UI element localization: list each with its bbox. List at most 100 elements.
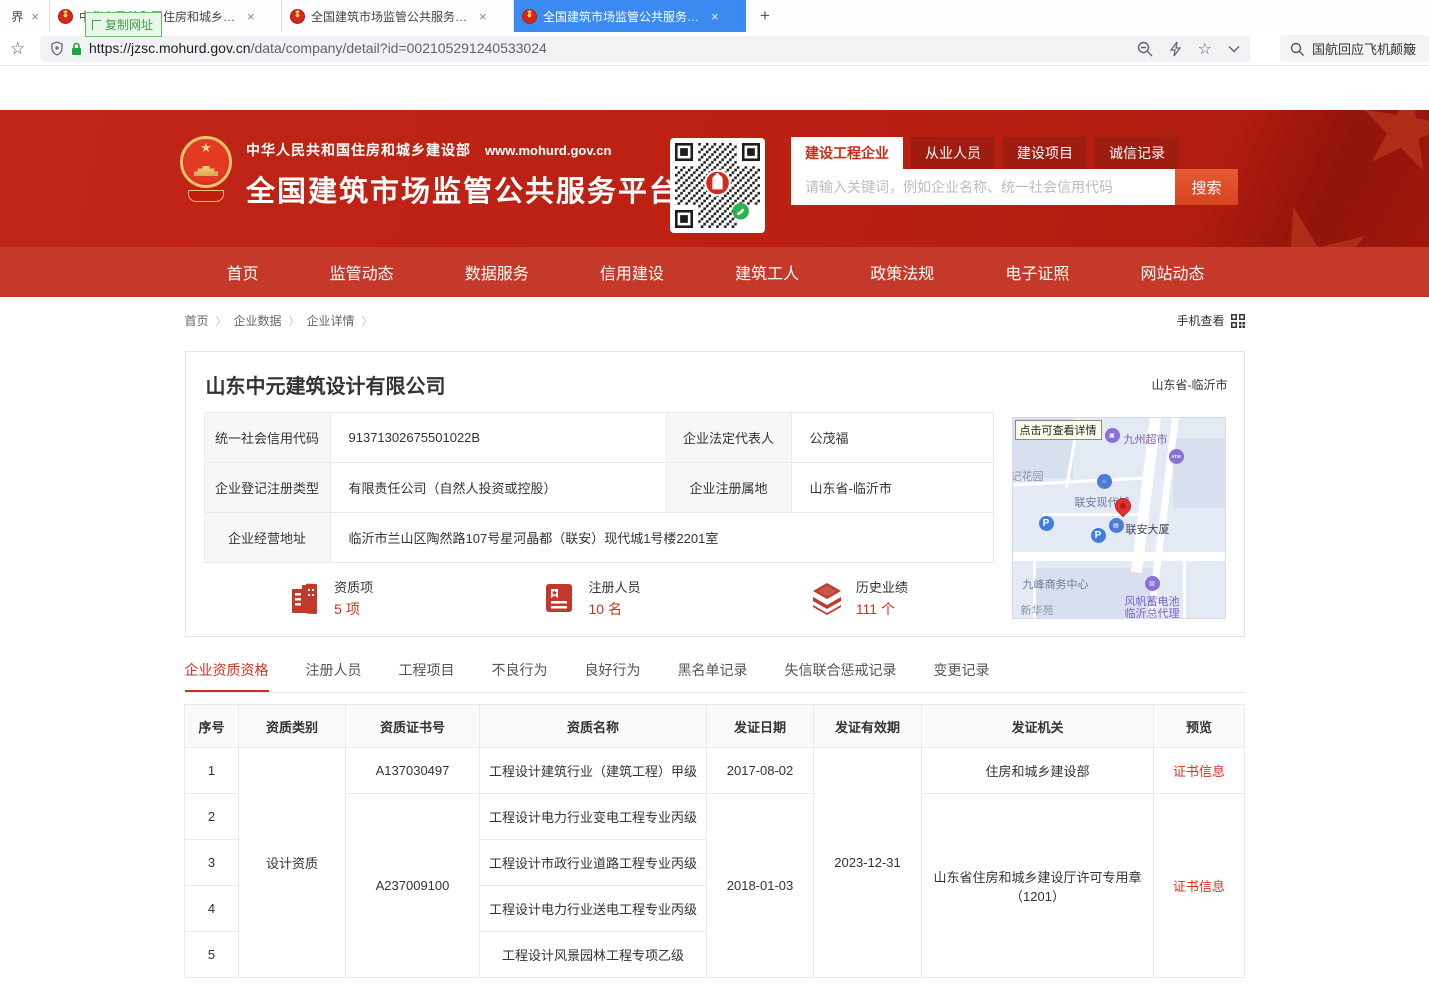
certificate-book-icon (542, 581, 576, 615)
search-tab-credit[interactable]: 诚信记录 (1095, 137, 1179, 169)
nav-supervision[interactable]: 监管动态 (330, 260, 394, 284)
company-info-table: 统一社会信用代码 91371302675501022B 企业法定代表人 公茂福 … (204, 412, 994, 563)
table-header-row: 序号 资质类别 资质证书号 资质名称 发证日期 发证有效期 发证机关 预览 (185, 705, 1245, 748)
search-button[interactable]: 搜索 (1175, 169, 1238, 205)
tab-blacklist[interactable]: 黑名单记录 (678, 660, 748, 692)
breadcrumb-enterprise-detail[interactable]: 企业详情 (307, 314, 355, 328)
cell-valid-until: 2023-12-31 (814, 748, 922, 978)
news-search-box[interactable]: 国航回应飞机颠簸 (1280, 35, 1429, 62)
tab-bad-behavior[interactable]: 不良行为 (492, 660, 548, 692)
stat-value: 5 项 (334, 599, 373, 619)
field-label: 统一社会信用代码 (204, 413, 330, 463)
tab-close-icon[interactable]: × (245, 9, 257, 24)
header-search: 建设工程企业 从业人员 建设项目 诚信记录 搜索 (791, 137, 1238, 205)
nav-workers[interactable]: 建筑工人 (735, 260, 799, 284)
tab-close-icon[interactable]: × (29, 9, 41, 24)
residence-pin-icon: ⌂ (1097, 474, 1112, 489)
nav-policy[interactable]: 政策法规 (870, 260, 934, 284)
stat-registered-personnel[interactable]: 注册人员 10 名 (542, 577, 640, 619)
col-header-cert-no: 资质证书号 (346, 705, 480, 748)
qualification-table: 序号 资质类别 资质证书号 资质名称 发证日期 发证有效期 发证机关 预览 1 … (184, 704, 1245, 978)
breadcrumb-row: 首页〉企业数据〉企业详情〉 手机查看 (185, 312, 1245, 329)
tab-projects[interactable]: 工程项目 (399, 660, 455, 692)
shield-icon[interactable] (50, 41, 64, 56)
breadcrumb-home[interactable]: 首页 (185, 314, 209, 328)
field-label: 企业登记注册类型 (204, 463, 330, 513)
field-label: 企业注册属地 (666, 463, 791, 513)
ministry-url: www.mohurd.gov.cn (485, 143, 611, 158)
search-icon (1290, 42, 1304, 56)
new-tab-button[interactable]: + (746, 0, 784, 32)
chevron-down-icon[interactable] (1228, 45, 1240, 53)
certificate-info-link[interactable]: 证书信息 (1154, 748, 1245, 794)
url-field[interactable]: https://jzsc.mohurd.gov.cn/data/company/… (40, 36, 1250, 62)
address-value: 临沂市兰山区陶然路107号星河晶都（联安）现代城1号楼2201室 (330, 513, 993, 563)
ministry-name: 中华人民共和国住房和城乡建设部www.mohurd.gov.cn (246, 140, 680, 160)
reg-type-value: 有限责任公司（自然人投资或控股） (330, 463, 666, 513)
cell-qual-name: 工程设计电力行业变电工程专业丙级 (480, 794, 707, 840)
tab-close-icon[interactable]: × (477, 9, 489, 24)
browser-tab-active[interactable]: 全国建筑市场监管公共服务平台 × (514, 0, 746, 32)
star-bookmark-icon[interactable]: ☆ (1198, 39, 1212, 59)
nav-e-license[interactable]: 电子证照 (1005, 260, 1069, 284)
site-brand: 中华人民共和国住房和城乡建设部www.mohurd.gov.cn 全国建筑市场监… (180, 136, 680, 210)
search-tab-personnel[interactable]: 从业人员 (911, 137, 995, 169)
company-card: 山东中元建筑设计有限公司 山东省-临沂市 统一社会信用代码 9137130267… (185, 351, 1245, 637)
map-label: 记花园 (1012, 468, 1044, 484)
search-tab-enterprise[interactable]: 建设工程企业 (791, 137, 903, 169)
emblem-favicon-icon (522, 9, 537, 24)
stat-qualifications[interactable]: 资质项 5 项 (288, 577, 373, 619)
mobile-view[interactable]: 手机查看 (1176, 312, 1244, 329)
tab-registered-personnel[interactable]: 注册人员 (306, 660, 362, 692)
site-header: 中华人民共和国住房和城乡建设部www.mohurd.gov.cn 全国建筑市场监… (0, 110, 1429, 247)
browser-tab-2[interactable]: 全国建筑市场监管公共服务平台 × (282, 0, 514, 32)
reg-place-value: 山东省-临沂市 (791, 463, 993, 513)
map-tooltip: 点击可查看详情 (1015, 420, 1102, 440)
search-tab-project[interactable]: 建设项目 (1003, 137, 1087, 169)
breadcrumb: 首页〉企业数据〉企业详情〉 (185, 312, 380, 329)
legal-rep-value: 公茂福 (791, 413, 993, 463)
cell-authority: 住房和城乡建设部 (922, 748, 1154, 794)
stat-historical-performance[interactable]: 历史业绩 111 个 (810, 577, 908, 619)
browser-tab-0[interactable]: 界 × (0, 0, 50, 32)
bookmark-star-icon[interactable]: ☆ (10, 39, 40, 59)
atm-pin-icon: ATM (1169, 449, 1184, 464)
cell-no: 3 (185, 840, 239, 886)
stat-value: 10 名 (588, 599, 640, 619)
tab-close-icon[interactable]: × (709, 9, 721, 24)
layers-icon (810, 581, 844, 615)
flash-icon[interactable] (1169, 41, 1182, 57)
emblem-favicon-icon (290, 9, 305, 24)
nav-home[interactable]: 首页 (227, 260, 259, 284)
tab-title: 界 (11, 8, 23, 25)
breadcrumb-enterprise-data[interactable]: 企业数据 (234, 314, 282, 328)
table-row: 1 设计资质 A137030497 工程设计建筑行业（建筑工程）甲级 2017-… (185, 748, 1245, 794)
copy-url-tooltip: 复制网址 (85, 12, 162, 37)
company-location-map[interactable]: ▣ 九州超市 ATM 记花园 ⌂ 联安现代城 ▤ 联安大厦 P P 九峰商务中心… (1012, 417, 1226, 619)
map-label: 新华苑 (1021, 602, 1054, 618)
mobile-view-label: 手机查看 (1176, 312, 1224, 329)
nav-data-service[interactable]: 数据服务 (465, 260, 529, 284)
tab-good-behavior[interactable]: 良好行为 (585, 660, 641, 692)
credit-code-value: 91371302675501022B (330, 413, 666, 463)
keyword-search-input[interactable] (791, 169, 1175, 205)
tab-change-records[interactable]: 变更记录 (934, 660, 990, 692)
cell-no: 2 (185, 794, 239, 840)
col-header-authority: 发证机关 (922, 705, 1154, 748)
zoom-out-icon[interactable] (1137, 41, 1153, 57)
field-label: 企业经营地址 (204, 513, 330, 563)
secure-lock-icon[interactable] (71, 42, 82, 56)
map-label: 临沂总代理 (1125, 605, 1180, 619)
tab-dishonesty-records[interactable]: 失信联合惩戒记录 (785, 660, 897, 692)
national-emblem-icon (180, 136, 232, 202)
battery-shop-pin-icon: ▥ (1145, 576, 1160, 591)
nav-site-news[interactable]: 网站动态 (1140, 260, 1204, 284)
tab-qualifications[interactable]: 企业资质资格 (185, 660, 269, 692)
stat-label: 注册人员 (588, 577, 640, 596)
search-category-tabs: 建设工程企业 从业人员 建设项目 诚信记录 (791, 137, 1238, 169)
nav-credit[interactable]: 信用建设 (600, 260, 664, 284)
platform-title: 全国建筑市场监管公共服务平台 (246, 168, 680, 210)
certificate-info-link[interactable]: 证书信息 (1154, 794, 1245, 978)
news-search-text: 国航回应飞机颠簸 (1312, 39, 1416, 58)
tab-title: 全国建筑市场监管公共服务平台 (311, 8, 471, 25)
